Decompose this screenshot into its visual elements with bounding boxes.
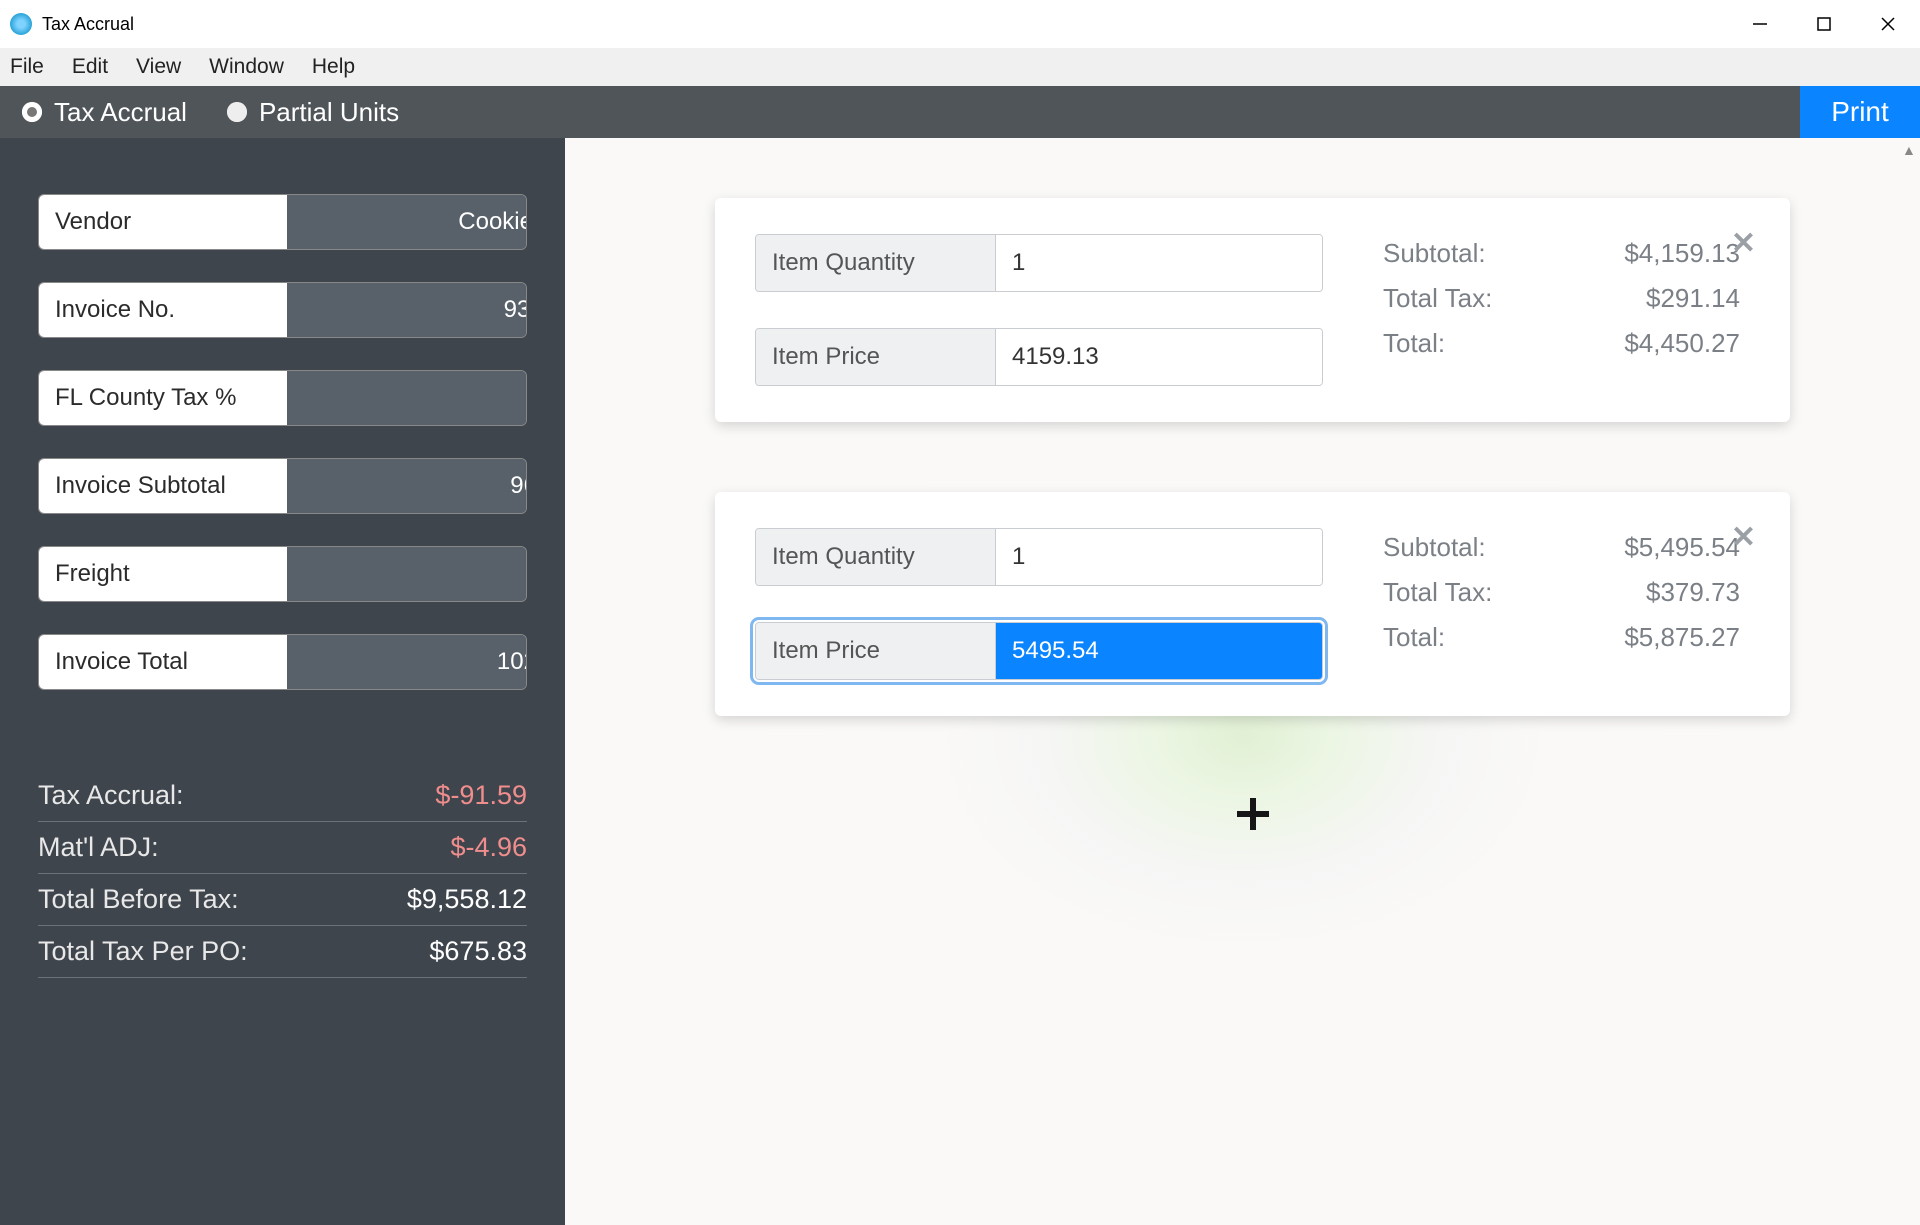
summary: Tax Accrual: $-91.59 Mat'l ADJ: $-4.96 T…	[38, 770, 527, 978]
summary-total-tax-per-po-value: $675.83	[429, 936, 527, 967]
radio-unselected-icon	[227, 102, 247, 122]
summary-matl-adj: Mat'l ADJ: $-4.96	[38, 822, 527, 874]
field-invoice-total: Invoice Total	[38, 634, 527, 690]
item-subtotal-value: $4,159.13	[1580, 238, 1740, 269]
field-vendor-label: Vendor	[39, 195, 287, 249]
item-price-input[interactable]	[996, 623, 1322, 679]
summary-total-before-tax-label: Total Before Tax:	[38, 884, 239, 915]
summary-tax-accrual: Tax Accrual: $-91.59	[38, 770, 527, 822]
field-invoice-subtotal-label: Invoice Subtotal	[39, 459, 287, 513]
minimize-button[interactable]	[1728, 0, 1792, 48]
item-card: ✕ Item Quantity Item Price Subtotal: $4,…	[715, 198, 1790, 422]
remove-item-button[interactable]: ✕	[1731, 226, 1756, 261]
item-total-label: Total:	[1383, 328, 1445, 359]
field-county-tax-value[interactable]	[287, 371, 527, 425]
item-tax-label: Total Tax:	[1383, 283, 1492, 314]
field-freight-value[interactable]	[287, 547, 527, 601]
summary-tax-accrual-label: Tax Accrual:	[38, 780, 184, 811]
menu-edit[interactable]: Edit	[72, 55, 108, 79]
item-quantity-input[interactable]	[996, 235, 1322, 291]
radio-selected-icon	[22, 102, 42, 122]
remove-item-button[interactable]: ✕	[1731, 520, 1756, 555]
titlebar: Tax Accrual	[0, 0, 1920, 48]
window-controls	[1728, 0, 1920, 48]
field-invoice-total-label: Invoice Total	[39, 635, 287, 689]
field-invoice-no-value[interactable]	[287, 283, 527, 337]
item-subtotal-value: $5,495.54	[1580, 532, 1740, 563]
item-price-field: Item Price	[755, 622, 1323, 680]
body: Vendor Invoice No. FL County Tax % Invoi…	[0, 138, 1920, 1225]
field-invoice-no-label: Invoice No.	[39, 283, 287, 337]
menu-file[interactable]: File	[10, 55, 44, 79]
field-invoice-subtotal-value[interactable]	[287, 459, 527, 513]
tab-partial-units[interactable]: Partial Units	[227, 97, 399, 128]
app-title: Tax Accrual	[42, 14, 134, 35]
print-button-label: Print	[1831, 96, 1889, 128]
field-county-tax-label: FL County Tax %	[39, 371, 287, 425]
item-total-value: $4,450.27	[1580, 328, 1740, 359]
item-tax-label: Total Tax:	[1383, 577, 1492, 608]
item-total-value: $5,875.27	[1580, 622, 1740, 653]
field-invoice-subtotal: Invoice Subtotal	[38, 458, 527, 514]
add-item-button[interactable]	[1225, 786, 1281, 842]
menu-view[interactable]: View	[136, 55, 181, 79]
item-quantity-field: Item Quantity	[755, 234, 1323, 292]
item-tax-row: Total Tax: $291.14	[1383, 283, 1740, 314]
item-tax-value: $379.73	[1580, 577, 1740, 608]
item-subtotal-label: Subtotal:	[1383, 532, 1486, 563]
summary-tax-accrual-value: $-91.59	[435, 780, 527, 811]
tab-partial-units-label: Partial Units	[259, 97, 399, 128]
item-subtotal-row: Subtotal: $4,159.13	[1383, 238, 1740, 269]
plus-icon	[1233, 794, 1273, 834]
summary-total-before-tax-value: $9,558.12	[407, 884, 527, 915]
item-price-label: Item Price	[756, 623, 996, 679]
scroll-up-icon[interactable]: ▲	[1902, 142, 1916, 156]
field-invoice-no: Invoice No.	[38, 282, 527, 338]
item-tax-value: $291.14	[1580, 283, 1740, 314]
app-icon	[10, 13, 32, 35]
item-total-label: Total:	[1383, 622, 1445, 653]
item-price-label: Item Price	[756, 329, 996, 385]
maximize-button[interactable]	[1792, 0, 1856, 48]
item-subtotal-row: Subtotal: $5,495.54	[1383, 532, 1740, 563]
menu-window[interactable]: Window	[209, 55, 284, 79]
sidebar: Vendor Invoice No. FL County Tax % Invoi…	[0, 138, 565, 1225]
field-freight: Freight	[38, 546, 527, 602]
item-quantity-input[interactable]	[996, 529, 1322, 585]
item-quantity-label: Item Quantity	[756, 529, 996, 585]
item-quantity-field: Item Quantity	[755, 528, 1323, 586]
field-county-tax: FL County Tax %	[38, 370, 527, 426]
tab-tax-accrual-label: Tax Accrual	[54, 97, 187, 128]
summary-total-tax-per-po: Total Tax Per PO: $675.83	[38, 926, 527, 978]
menubar: File Edit View Window Help	[0, 48, 1920, 86]
item-quantity-label: Item Quantity	[756, 235, 996, 291]
field-invoice-total-value[interactable]	[287, 635, 527, 689]
summary-matl-adj-label: Mat'l ADJ:	[38, 832, 159, 863]
optionbar: Tax Accrual Partial Units Print	[0, 86, 1920, 138]
minimize-icon	[1751, 15, 1769, 33]
close-icon	[1879, 15, 1897, 33]
item-price-field: Item Price	[755, 328, 1323, 386]
close-button[interactable]	[1856, 0, 1920, 48]
tab-tax-accrual[interactable]: Tax Accrual	[22, 97, 187, 128]
item-card: ✕ Item Quantity Item Price Subtotal: $5,…	[715, 492, 1790, 716]
menu-help[interactable]: Help	[312, 55, 355, 79]
main: ▲ ✕ Item Quantity Item Price Subtotal: $…	[565, 138, 1920, 1225]
summary-matl-adj-value: $-4.96	[450, 832, 527, 863]
field-freight-label: Freight	[39, 547, 287, 601]
maximize-icon	[1816, 16, 1832, 32]
item-price-input[interactable]	[996, 329, 1322, 385]
field-vendor-value[interactable]	[287, 195, 527, 249]
field-vendor: Vendor	[38, 194, 527, 250]
item-tax-row: Total Tax: $379.73	[1383, 577, 1740, 608]
print-button[interactable]: Print	[1800, 86, 1920, 138]
summary-total-before-tax: Total Before Tax: $9,558.12	[38, 874, 527, 926]
item-subtotal-label: Subtotal:	[1383, 238, 1486, 269]
summary-total-tax-per-po-label: Total Tax Per PO:	[38, 936, 248, 967]
item-total-row: Total: $5,875.27	[1383, 622, 1740, 653]
item-total-row: Total: $4,450.27	[1383, 328, 1740, 359]
